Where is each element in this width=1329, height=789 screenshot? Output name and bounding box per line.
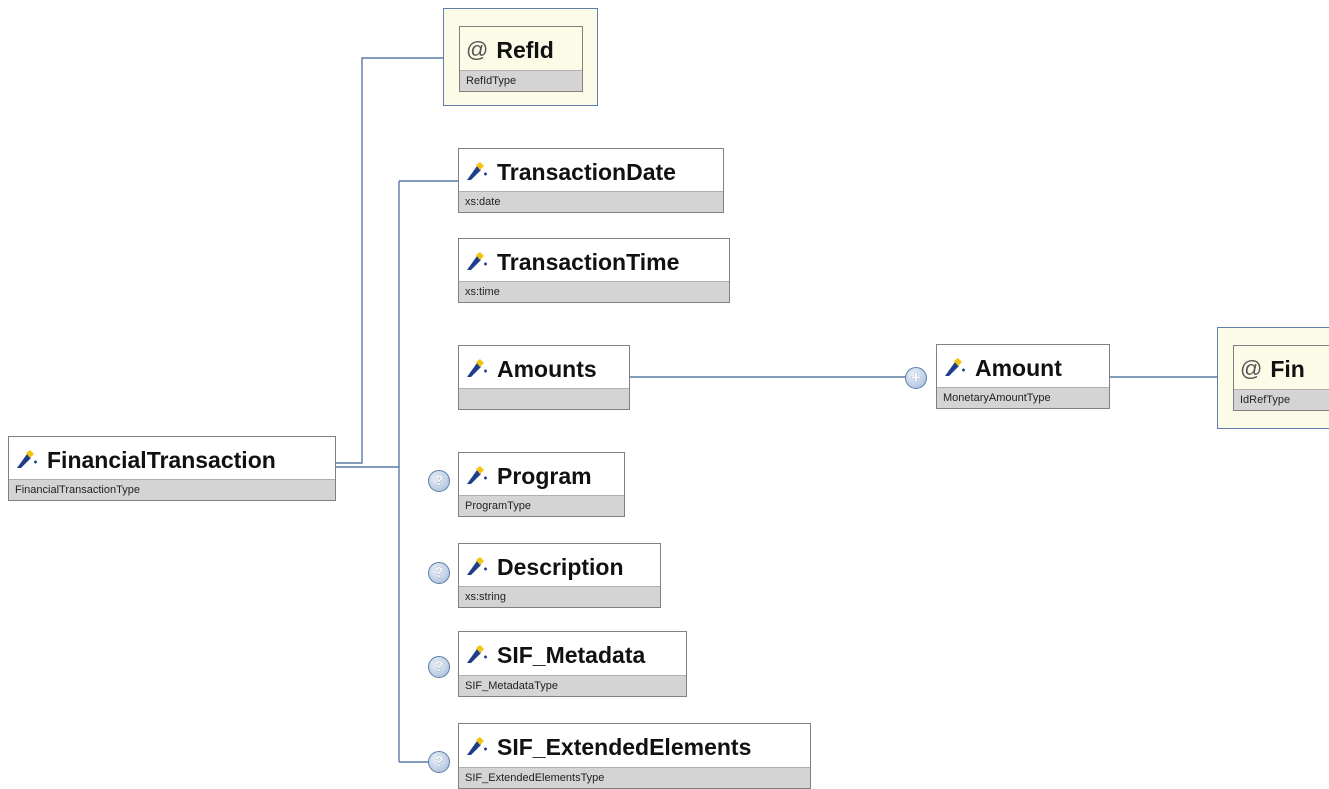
amount-attribute-box[interactable]: @ Fin IdRefType (1233, 345, 1329, 411)
element-icon (467, 737, 487, 755)
sif-extendedelements-optional-icon: ? (428, 751, 450, 773)
amount-title: Amount (937, 345, 1109, 391)
element-icon (17, 450, 37, 468)
transactiondate-type: xs:date (459, 191, 723, 212)
transactiondate-name: TransactionDate (497, 158, 676, 185)
amount-attribute-title: @ Fin (1234, 346, 1329, 392)
expand-plus-icon[interactable]: + (905, 367, 927, 389)
element-icon (945, 358, 965, 376)
program-name: Program (497, 462, 592, 489)
sif-metadata-element-box[interactable]: SIF_Metadata SIF_MetadataType (458, 631, 687, 697)
amounts-title: Amounts (459, 346, 629, 392)
amount-element-box[interactable]: Amount MonetaryAmountType (936, 344, 1110, 409)
sif-metadata-type: SIF_MetadataType (459, 675, 686, 696)
schema-diagram: FinancialTransaction FinancialTransactio… (0, 0, 1329, 789)
element-icon (467, 466, 487, 484)
amount-attribute-name: Fin (1270, 355, 1305, 382)
amount-attribute-type: IdRefType (1234, 389, 1329, 410)
amount-type: MonetaryAmountType (937, 387, 1109, 408)
program-title: Program (459, 453, 624, 499)
refid-attribute-title: @ RefId (460, 27, 582, 73)
element-icon (467, 557, 487, 575)
sif-extendedelements-element-box[interactable]: SIF_ExtendedElements SIF_ExtendedElement… (458, 723, 811, 789)
transactiontime-element-box[interactable]: TransactionTime xs:time (458, 238, 730, 303)
program-type: ProgramType (459, 495, 624, 516)
amount-name: Amount (975, 354, 1062, 381)
transactiondate-element-box[interactable]: TransactionDate xs:date (458, 148, 724, 213)
sif-extendedelements-type: SIF_ExtendedElementsType (459, 767, 810, 788)
root-element-title: FinancialTransaction (9, 437, 335, 483)
description-optional-icon: ? (428, 562, 450, 584)
transactiontime-name: TransactionTime (497, 248, 680, 275)
amounts-type (459, 388, 629, 409)
description-title: Description (459, 544, 660, 590)
transactiondate-title: TransactionDate (459, 149, 723, 195)
transactiontime-title: TransactionTime (459, 239, 729, 285)
attribute-icon: @ (466, 37, 489, 62)
sif-extendedelements-name: SIF_ExtendedElements (497, 733, 752, 760)
sif-metadata-name: SIF_Metadata (497, 641, 646, 668)
amount-attribute-group: @ Fin IdRefType (1217, 327, 1329, 429)
description-type: xs:string (459, 586, 660, 607)
sif-metadata-title: SIF_Metadata (459, 632, 686, 678)
program-optional-icon: ? (428, 470, 450, 492)
connector-root-attribute (336, 57, 444, 464)
refid-attribute-box[interactable]: @ RefId RefIdType (459, 26, 583, 92)
root-element-name: FinancialTransaction (47, 446, 276, 473)
root-element-box[interactable]: FinancialTransaction FinancialTransactio… (8, 436, 336, 501)
description-name: Description (497, 553, 624, 580)
refid-attribute-group: @ RefId RefIdType (443, 8, 598, 106)
element-icon (467, 252, 487, 270)
element-icon (467, 162, 487, 180)
element-icon (467, 645, 487, 663)
refid-attribute-type: RefIdType (460, 70, 582, 91)
refid-attribute-name: RefId (496, 36, 554, 63)
program-element-box[interactable]: Program ProgramType (458, 452, 625, 517)
sif-extendedelements-title: SIF_ExtendedElements (459, 724, 810, 770)
transactiontime-type: xs:time (459, 281, 729, 302)
element-icon (467, 359, 487, 377)
description-element-box[interactable]: Description xs:string (458, 543, 661, 608)
amounts-name: Amounts (497, 355, 597, 382)
attribute-icon: @ (1240, 356, 1263, 381)
root-element-type: FinancialTransactionType (9, 479, 335, 500)
sif-metadata-optional-icon: ? (428, 656, 450, 678)
amounts-element-box[interactable]: Amounts (458, 345, 630, 410)
